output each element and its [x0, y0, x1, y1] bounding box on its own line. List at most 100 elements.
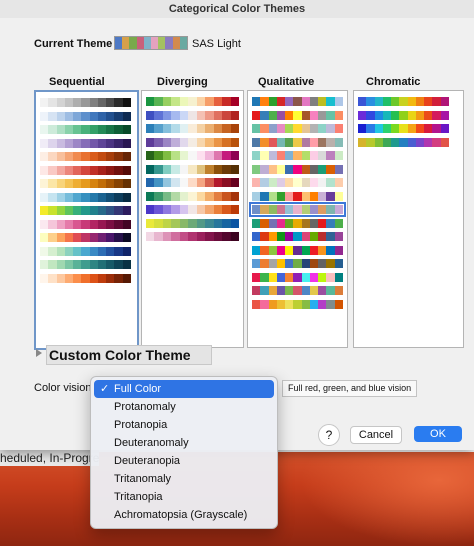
palette-row[interactable]	[146, 205, 239, 214]
color-vision-option[interactable]: Deuteranopia	[94, 452, 274, 470]
palette-row[interactable]	[146, 191, 239, 201]
palette-swatch	[81, 260, 90, 269]
palette-swatch	[293, 97, 302, 106]
palette-row[interactable]	[40, 165, 131, 175]
palette-swatch	[106, 125, 115, 134]
palette-row[interactable]	[252, 151, 343, 160]
palette-row[interactable]	[252, 259, 343, 268]
palette-row[interactable]	[146, 178, 239, 187]
panel-title-chromatic: Chromatic	[366, 76, 421, 88]
color-vision-option[interactable]: ✓ Full Color	[94, 380, 274, 398]
palette-swatch	[89, 152, 98, 161]
palette-row[interactable]	[358, 137, 449, 147]
palette-row[interactable]	[252, 191, 343, 201]
color-vision-option[interactable]: Protanomaly	[94, 398, 274, 416]
palette-swatch	[276, 272, 286, 282]
palette-row[interactable]	[146, 151, 239, 160]
color-vision-option[interactable]: Achromatopsia (Grayscale)	[94, 506, 274, 524]
palette-row[interactable]	[40, 152, 131, 161]
qualitative-panel[interactable]	[247, 90, 348, 348]
palette-swatch	[326, 205, 335, 214]
color-vision-option[interactable]: Deuteranomaly	[94, 434, 274, 452]
palette-row[interactable]	[252, 218, 343, 228]
cancel-button[interactable]: Cancel	[350, 426, 402, 444]
color-vision-option[interactable]: Tritanopia	[94, 488, 274, 506]
palette-swatch	[301, 97, 310, 106]
palette-row[interactable]	[252, 178, 343, 187]
palette-row[interactable]	[40, 233, 131, 242]
palette-row[interactable]	[252, 97, 343, 106]
palette-swatch	[293, 299, 302, 309]
palette-row[interactable]	[252, 286, 343, 295]
palette-swatch	[171, 178, 180, 187]
palette-swatch	[162, 205, 172, 214]
palette-row[interactable]	[146, 164, 239, 174]
palette-swatch	[252, 124, 261, 133]
palette-row[interactable]	[358, 110, 449, 120]
palette-row[interactable]	[146, 232, 239, 241]
palette-row[interactable]	[40, 138, 131, 148]
sequential-panel[interactable]	[34, 90, 139, 350]
palette-swatch	[205, 137, 214, 147]
palette-row[interactable]	[40, 192, 131, 202]
palette-row[interactable]	[249, 202, 346, 217]
palette-row[interactable]	[40, 125, 131, 134]
palette-row[interactable]	[146, 137, 239, 147]
palette-row[interactable]	[40, 246, 131, 256]
palette-swatch	[114, 165, 123, 175]
palette-swatch	[171, 110, 180, 120]
palette-row[interactable]	[40, 179, 131, 188]
palette-swatch	[301, 259, 310, 268]
palette-row[interactable]	[40, 273, 131, 283]
palette-row[interactable]	[146, 218, 239, 228]
palette-row[interactable]	[252, 124, 343, 133]
palette-swatch	[334, 124, 343, 133]
palette-row[interactable]	[146, 110, 239, 120]
palette-swatch	[48, 165, 57, 175]
palette-swatch	[40, 98, 49, 107]
palette-row[interactable]	[40, 219, 131, 229]
palette-swatch	[162, 191, 172, 201]
palette-row[interactable]	[146, 124, 239, 133]
palette-swatch	[285, 232, 294, 241]
palette-row[interactable]	[40, 260, 131, 269]
palette-swatch	[268, 191, 277, 201]
palette-swatch	[391, 124, 400, 133]
ok-button[interactable]: OK	[414, 426, 462, 442]
palette-swatch	[293, 218, 302, 228]
palette-swatch	[318, 97, 327, 106]
palette-row[interactable]	[146, 97, 239, 106]
palette-swatch	[56, 273, 65, 283]
palette-row[interactable]	[358, 97, 449, 106]
palette-swatch	[97, 192, 107, 202]
palette-swatch	[285, 286, 294, 295]
disclosure-triangle-icon[interactable]	[36, 349, 42, 357]
palette-swatch	[179, 164, 189, 174]
palette-swatch	[196, 97, 206, 106]
help-button[interactable]: ?	[318, 424, 340, 446]
palette-row[interactable]	[40, 98, 131, 107]
palette-row[interactable]	[40, 206, 131, 215]
palette-swatch	[196, 124, 206, 133]
palette-row[interactable]	[252, 110, 343, 120]
palette-swatch	[40, 165, 49, 175]
palette-swatch	[64, 233, 74, 242]
palette-row[interactable]	[252, 299, 343, 309]
chromatic-panel[interactable]	[353, 90, 464, 348]
palette-swatch	[106, 165, 115, 175]
palette-row[interactable]	[40, 111, 131, 121]
palette-row[interactable]	[252, 232, 343, 241]
palette-row[interactable]	[252, 272, 343, 282]
color-vision-option[interactable]: Tritanomaly	[94, 470, 274, 488]
palette-row[interactable]	[358, 124, 449, 133]
color-vision-option[interactable]: Protanopia	[94, 416, 274, 434]
palette-swatch	[154, 178, 163, 187]
palette-row[interactable]	[252, 164, 343, 174]
palette-swatch	[358, 110, 367, 120]
custom-color-theme-toggle[interactable]: Custom Color Theme	[46, 345, 212, 365]
palette-swatch	[293, 259, 302, 268]
palette-row[interactable]	[252, 245, 343, 255]
palette-swatch	[334, 232, 343, 241]
diverging-panel[interactable]	[141, 90, 244, 348]
palette-row[interactable]	[252, 137, 343, 147]
